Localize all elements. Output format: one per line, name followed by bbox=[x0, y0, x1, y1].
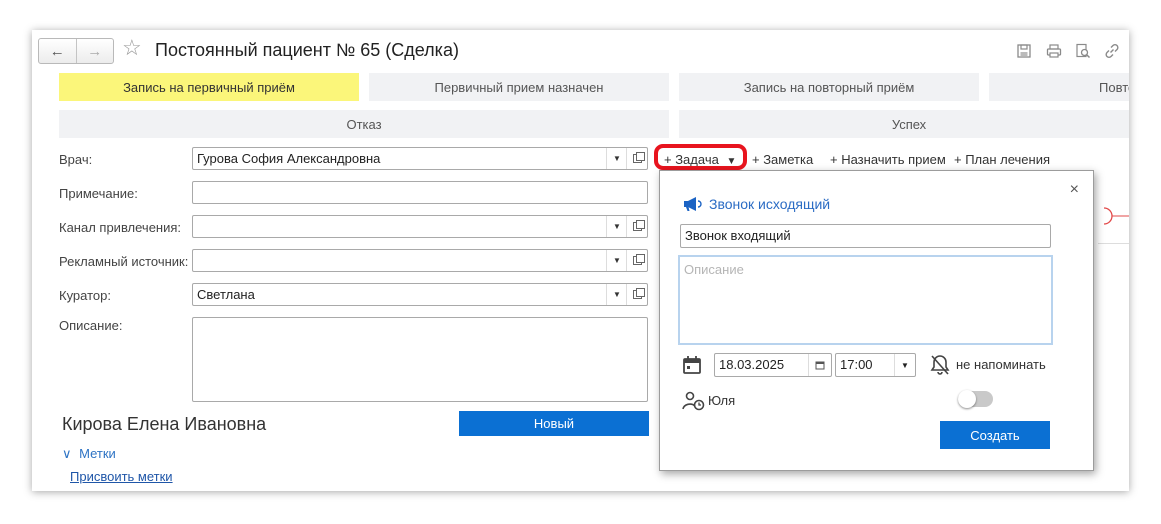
description-label: Описание: bbox=[59, 318, 123, 333]
open-form-icon[interactable] bbox=[626, 250, 647, 271]
channel-label: Канал привлечения: bbox=[59, 220, 182, 235]
note-field[interactable] bbox=[192, 181, 648, 204]
assignee-name[interactable]: Юля bbox=[708, 393, 735, 408]
dropdown-arrow-icon[interactable]: ▼ bbox=[606, 284, 627, 305]
date-picker-icon[interactable] bbox=[808, 354, 831, 376]
stage-refusal[interactable]: Отказ bbox=[59, 110, 669, 138]
megaphone-icon bbox=[684, 197, 702, 211]
description-textarea[interactable]: Описание bbox=[678, 255, 1053, 345]
open-form-icon[interactable] bbox=[626, 284, 647, 305]
timeline-marker-icon bbox=[1103, 207, 1129, 225]
chevron-down-icon: ∨ bbox=[62, 446, 72, 461]
assign-tags-link[interactable]: Присвоить метки bbox=[70, 469, 173, 484]
add-note-link[interactable]: + Заметка bbox=[752, 152, 813, 167]
doctor-value: Гурова София Александровна bbox=[197, 151, 381, 166]
time-input[interactable]: 17:00 ▼ bbox=[835, 353, 916, 377]
curator-field[interactable]: Светлана ▼ bbox=[192, 283, 648, 306]
task-type-label: Звонок исходящий bbox=[709, 196, 831, 212]
divider bbox=[1098, 243, 1129, 244]
nav-buttons: ← → bbox=[38, 38, 114, 64]
stage-repeat-booking[interactable]: Запись на повторный приём bbox=[679, 73, 979, 101]
preview-icon[interactable] bbox=[1075, 43, 1091, 59]
dropdown-arrow-icon[interactable]: ▼ bbox=[606, 216, 627, 237]
user-clock-icon bbox=[682, 391, 705, 411]
description-field[interactable] bbox=[192, 317, 648, 402]
ad-source-field[interactable]: ▼ bbox=[192, 249, 648, 272]
save-icon[interactable] bbox=[1016, 43, 1032, 59]
subject-input[interactable]: Звонок входящий bbox=[680, 224, 1051, 248]
stage-success[interactable]: Успех bbox=[679, 110, 1129, 138]
task-popup: × Звонок исходящий Звонок входящий Описа… bbox=[659, 170, 1094, 471]
task-type-selector[interactable]: Звонок исходящий bbox=[682, 196, 830, 212]
favorite-star-icon[interactable]: ☆ bbox=[122, 36, 142, 60]
date-input[interactable]: 18.03.2025 bbox=[714, 353, 832, 377]
curator-value: Светлана bbox=[197, 287, 255, 302]
dropdown-arrow-icon[interactable]: ▼ bbox=[606, 250, 627, 271]
curator-label: Куратор: bbox=[59, 288, 111, 303]
channel-field[interactable]: ▼ bbox=[192, 215, 648, 238]
back-button[interactable]: ← bbox=[39, 39, 76, 63]
bell-off-icon[interactable] bbox=[930, 354, 950, 376]
dropdown-arrow-icon[interactable]: ▼ bbox=[894, 354, 915, 376]
highlight-box bbox=[654, 144, 747, 170]
toggle-knob bbox=[958, 390, 976, 408]
open-form-icon[interactable] bbox=[626, 148, 647, 169]
date-value: 18.03.2025 bbox=[719, 357, 785, 372]
stage-primary-scheduled[interactable]: Первичный прием назначен bbox=[369, 73, 669, 101]
forward-button[interactable]: → bbox=[75, 39, 114, 63]
no-reminder-label[interactable]: не напоминать bbox=[956, 357, 1046, 372]
ad-source-label: Рекламный источник: bbox=[59, 254, 189, 269]
link-icon[interactable] bbox=[1104, 43, 1120, 59]
tags-toggle[interactable]: ∨ Метки bbox=[62, 446, 116, 462]
open-form-icon[interactable] bbox=[626, 216, 647, 237]
deal-window: ← → ☆ Постоянный пациент № 65 (Сделка) З… bbox=[32, 30, 1129, 491]
treatment-plan-link[interactable]: + План лечения bbox=[954, 152, 1050, 167]
stage-repeat[interactable]: Повторный п bbox=[989, 73, 1129, 101]
appoint-link[interactable]: + Назначить прием bbox=[830, 152, 946, 167]
status-new-button[interactable]: Новый bbox=[459, 411, 649, 436]
stage-primary-booking[interactable]: Запись на первичный приём bbox=[59, 73, 359, 101]
create-button[interactable]: Создать bbox=[940, 421, 1050, 449]
doctor-field[interactable]: Гурова София Александровна ▼ bbox=[192, 147, 648, 170]
dropdown-arrow-icon[interactable]: ▼ bbox=[606, 148, 627, 169]
calendar-icon bbox=[683, 356, 701, 374]
doctor-label: Врач: bbox=[59, 152, 93, 167]
print-icon[interactable] bbox=[1046, 43, 1062, 59]
time-value: 17:00 bbox=[840, 357, 873, 372]
toggle-switch[interactable] bbox=[958, 390, 993, 408]
page-title: Постоянный пациент № 65 (Сделка) bbox=[155, 40, 459, 60]
client-name: Кирова Елена Ивановна bbox=[62, 414, 267, 434]
close-icon[interactable]: × bbox=[1070, 181, 1079, 199]
tags-label: Метки bbox=[79, 446, 116, 461]
note-label: Примечание: bbox=[59, 186, 138, 201]
